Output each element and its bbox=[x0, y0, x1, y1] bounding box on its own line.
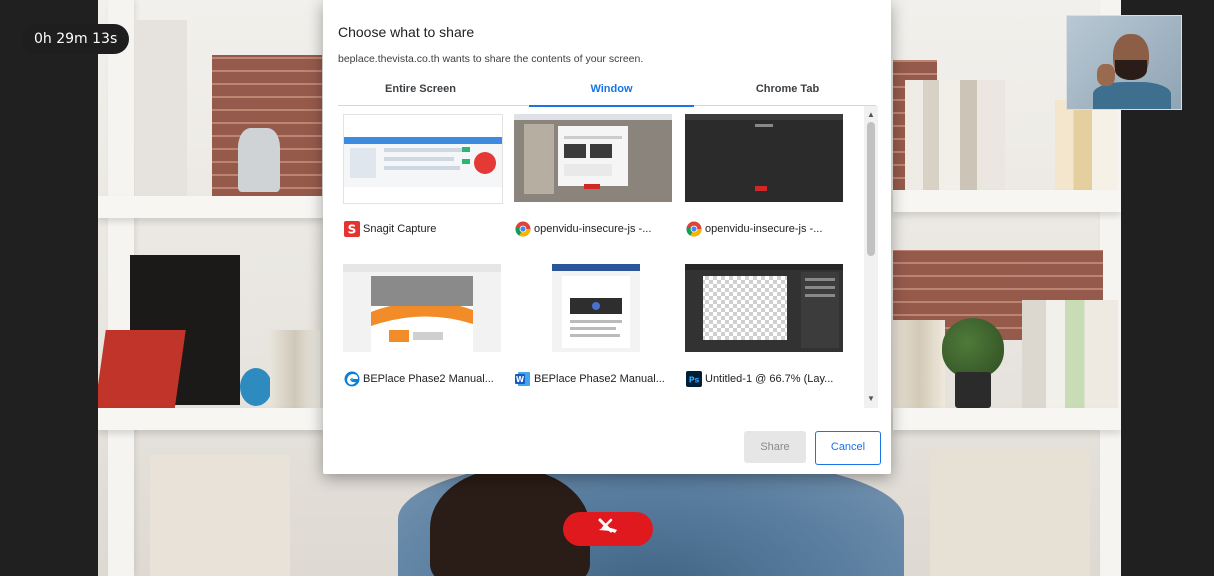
call-timer: 0h 29m 13s bbox=[22, 24, 130, 54]
scroll-down-icon[interactable]: ▼ bbox=[864, 392, 878, 406]
scrollbar-thumb[interactable] bbox=[867, 122, 875, 256]
dialog-subtitle: beplace.thevista.co.th wants to share th… bbox=[338, 53, 644, 65]
word-icon: W bbox=[515, 371, 531, 387]
window-label: S Snagit Capture bbox=[344, 221, 504, 237]
window-thumbnail bbox=[685, 114, 843, 202]
shelf-cubby bbox=[135, 20, 187, 200]
books bbox=[893, 320, 945, 410]
hang-up-button[interactable] bbox=[563, 512, 653, 546]
tab-window[interactable]: Window bbox=[529, 76, 694, 107]
window-title: BEPlace Phase2 Manual... bbox=[363, 373, 494, 385]
cancel-button[interactable]: Cancel bbox=[815, 431, 881, 465]
tab-chrome-tab[interactable]: Chrome Tab bbox=[705, 76, 870, 105]
vase bbox=[240, 368, 272, 406]
window-title: openvidu-insecure-js -... bbox=[534, 223, 652, 235]
shelf bbox=[893, 408, 1121, 430]
plant bbox=[942, 318, 1004, 378]
svg-text:S: S bbox=[348, 223, 357, 237]
chrome-icon bbox=[686, 221, 702, 237]
books bbox=[1055, 100, 1117, 190]
window-grid: S Snagit Capture openvidu-insecure-js -.… bbox=[338, 106, 863, 408]
dialog-title: Choose what to share bbox=[338, 24, 475, 40]
window-tile[interactable]: BEPlace Phase2 Manual... bbox=[338, 256, 508, 396]
self-shirt bbox=[1093, 82, 1171, 109]
window-label: W BEPlace Phase2 Manual... bbox=[515, 371, 675, 387]
self-video[interactable] bbox=[1066, 15, 1182, 110]
shelf bbox=[98, 196, 324, 218]
shelf bbox=[98, 408, 324, 430]
window-thumbnail bbox=[514, 114, 672, 202]
svg-text:Ps: Ps bbox=[689, 376, 700, 385]
window-thumbnail bbox=[343, 264, 501, 352]
self-beard bbox=[1115, 60, 1147, 80]
window-tile[interactable]: S Snagit Capture bbox=[338, 106, 508, 246]
photoshop-icon: Ps bbox=[686, 371, 702, 387]
share-button[interactable]: Share bbox=[744, 431, 806, 463]
edge-icon bbox=[344, 371, 360, 387]
snagit-icon: S bbox=[344, 221, 360, 237]
books bbox=[905, 80, 1005, 190]
window-thumbnail bbox=[514, 264, 672, 352]
window-tile[interactable]: openvidu-insecure-js -... bbox=[509, 106, 679, 246]
share-tabs: Entire Screen Window Chrome Tab bbox=[338, 76, 876, 107]
scroll-up-icon[interactable]: ▲ bbox=[864, 108, 878, 122]
letterbox-left bbox=[0, 0, 98, 576]
window-tile[interactable]: Ps Untitled-1 @ 66.7% (Lay... bbox=[680, 256, 850, 396]
books bbox=[270, 330, 320, 412]
window-label: Ps Untitled-1 @ 66.7% (Lay... bbox=[686, 371, 846, 387]
window-thumbnail bbox=[343, 114, 503, 204]
tab-entire-screen[interactable]: Entire Screen bbox=[338, 76, 503, 105]
window-tile[interactable]: W BEPlace Phase2 Manual... bbox=[509, 256, 679, 396]
lamp-decor bbox=[238, 128, 280, 192]
svg-text:W: W bbox=[516, 375, 525, 384]
books bbox=[1022, 300, 1118, 410]
plant-pot bbox=[955, 372, 991, 408]
window-label: openvidu-insecure-js -... bbox=[686, 221, 846, 237]
cabinet bbox=[930, 450, 1090, 576]
window-label: openvidu-insecure-js -... bbox=[515, 221, 675, 237]
window-tile[interactable]: openvidu-insecure-js -... bbox=[680, 106, 850, 246]
phone-hangup-icon bbox=[595, 517, 621, 542]
self-hand bbox=[1097, 64, 1115, 86]
share-screen-dialog: Choose what to share beplace.thevista.co… bbox=[323, 0, 891, 474]
chrome-icon bbox=[515, 221, 531, 237]
window-title: BEPlace Phase2 Manual... bbox=[534, 373, 665, 385]
book bbox=[94, 330, 186, 412]
window-thumbnail bbox=[685, 264, 843, 352]
window-title: Untitled-1 @ 66.7% (Lay... bbox=[705, 373, 834, 385]
window-title: Snagit Capture bbox=[363, 223, 437, 235]
cabinet bbox=[150, 455, 290, 576]
shelf bbox=[893, 190, 1121, 212]
window-label: BEPlace Phase2 Manual... bbox=[344, 371, 504, 387]
window-title: openvidu-insecure-js -... bbox=[705, 223, 823, 235]
